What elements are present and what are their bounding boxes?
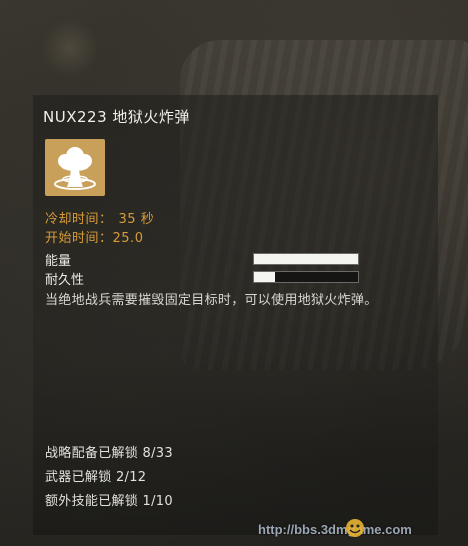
start-time-stat: 开始时间：25.0 xyxy=(45,227,143,246)
start-time-value: 25.0 xyxy=(112,231,144,246)
progress-perks-label: 额外技能已解锁 xyxy=(45,494,139,509)
cooldown-label: 冷却时间： xyxy=(45,212,113,227)
progress-stratagems: 战略配备已解锁 8/33 xyxy=(45,442,173,461)
item-title: NUX223 地狱火炸弹 xyxy=(43,108,190,126)
mushroom-cloud-icon xyxy=(45,139,105,196)
progress-stratagems-value: 8/33 xyxy=(142,446,173,461)
energy-bar xyxy=(253,253,359,265)
energy-label: 能量 xyxy=(45,254,72,269)
progress-perks: 额外技能已解锁 1/10 xyxy=(45,490,173,509)
cooldown-value: 35 秒 xyxy=(118,212,155,227)
durability-label: 耐久性 xyxy=(45,273,85,288)
item-description: 当绝地战兵需要摧毁固定目标时，可以使用地狱火炸弹。 xyxy=(45,293,378,308)
background-emblem xyxy=(42,18,98,78)
progress-perks-value: 1/10 xyxy=(142,494,173,509)
progress-weapons: 武器已解锁 2/12 xyxy=(45,466,146,485)
watermark-logo-icon xyxy=(343,517,367,539)
progress-stratagems-label: 战略配备已解锁 xyxy=(45,446,139,461)
start-time-label: 开始时间： xyxy=(45,231,113,246)
durability-bar-fill xyxy=(254,272,275,282)
watermark-url: http://bbs.3dmgame.com xyxy=(258,522,412,537)
progress-weapons-value: 2/12 xyxy=(115,470,147,485)
energy-bar-fill xyxy=(254,254,358,264)
durability-bar xyxy=(253,271,359,283)
cooldown-stat: 冷却时间： 35 秒 xyxy=(45,208,154,227)
progress-weapons-label: 武器已解锁 xyxy=(45,470,112,485)
